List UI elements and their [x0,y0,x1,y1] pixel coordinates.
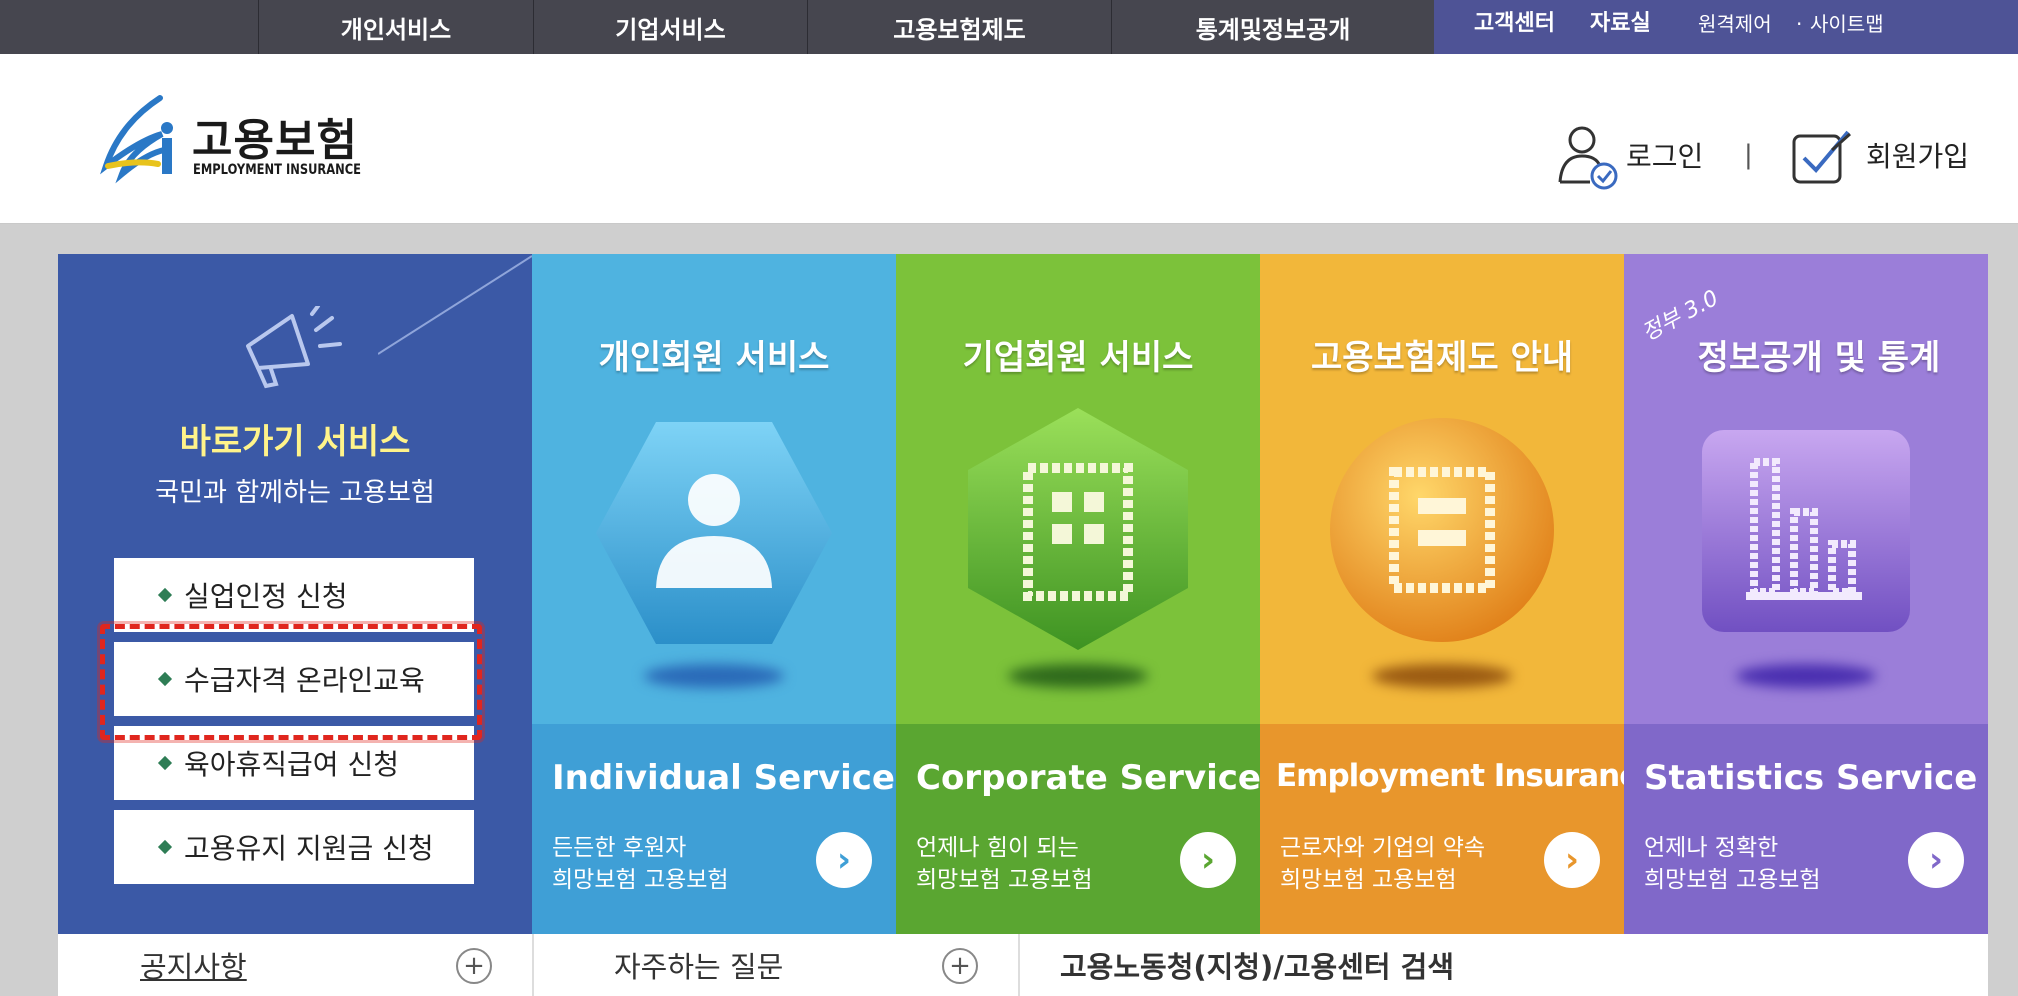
icon-shadow [1008,664,1148,688]
faq-tab[interactable]: 자주하는 질문 [614,934,783,996]
util-dot-separator: · [1796,12,1803,36]
panel-individual-service[interactable]: 개인회원 서비스 Individual Service 든든한 후원자 희망보험… [532,254,896,934]
library-link[interactable]: 자료실 [1590,0,1651,54]
chevron-right-icon[interactable]: › [816,832,872,888]
main-services-area: 바로가기 서비스 국민과 함께하는 고용보험 실업인정 신청 수급자격 온라인교… [58,254,1988,934]
diamond-bullet-icon [157,587,173,603]
decorative-diagonal-line [378,255,532,355]
panel-english-title: Corporate Service [916,758,1260,798]
quick-item-label: 실업인정 신청 [184,580,348,613]
nav-insurance-system[interactable]: 고용보험제도 [807,0,1111,54]
signup-label: 회원가입 [1866,140,1970,173]
diamond-bullet-icon [157,839,173,855]
login-link[interactable]: 로그인 [1556,120,1703,190]
chevron-right-icon[interactable]: › [1180,832,1236,888]
office-search-title: 고용노동청(지청)/고용센터 검색 [1060,950,1455,984]
notice-tab[interactable]: 공지사항 [140,934,247,996]
login-label: 로그인 [1626,140,1704,173]
panel-desc-line1: 언제나 힘이 되는 [916,835,1079,861]
top-navigation-bar: 개인서비스 기업서비스 고용보험제도 통계및정보공개 고객센터 자료실 원격제어… [0,0,2018,54]
panel-desc-line1: 근로자와 기업의 약속 [1280,835,1486,861]
panel-employment-insurance[interactable]: 고용보험제도 안내 Employment Insurance 근로자와 기업의 … [1260,254,1624,934]
bar-chart-icon [1702,430,1910,632]
employment-insurance-logo-icon[interactable] [100,94,180,184]
red-highlight-annotation [100,624,482,740]
megaphone-icon [246,306,342,389]
panel-title: 기업회원 서비스 [962,338,1194,378]
panel-lower: Corporate Service 언제나 힘이 되는 희망보험 고용보험 › [896,724,1260,934]
panel-desc-line2: 희망보험 고용보험 [1644,867,1821,893]
quick-services-panel: 바로가기 서비스 국민과 함께하는 고용보험 실업인정 신청 수급자격 온라인교… [58,254,532,934]
signup-check-icon [1792,130,1851,184]
panel-lower: Employment Insurance 근로자와 기업의 약속 희망보험 고용… [1260,724,1624,934]
user-login-icon [1558,126,1618,190]
chevron-right-icon[interactable]: › [1908,832,1964,888]
quick-item-label: 육아휴직급여 신청 [184,748,399,781]
quick-services-subtitle: 국민과 함께하는 고용보험 [155,478,435,508]
person-icon [596,422,832,644]
customer-center-link[interactable]: 고객센터 [1474,0,1555,54]
nav-statistics-disclosure[interactable]: 통계및정보공개 [1111,0,1434,54]
utility-menu: 고객센터 자료실 원격제어 · 사이트맵 [1434,0,2018,54]
panel-title: 고용보험제도 안내 [1310,338,1574,378]
bottom-info-strip: 공지사항 + 자주하는 질문 + 고용노동청(지청)/고용센터 검색 [58,934,1988,996]
quick-item-label: 고용유지 지원금 신청 [184,832,434,865]
sitemap-link[interactable]: 사이트맵 [1810,0,1884,54]
building-icon [968,408,1188,650]
site-header: 고용보험 EMPLOYMENT INSURANCE 로그인 | 회원가입 [0,54,2018,224]
panel-desc-line1: 든든한 후원자 [552,835,687,861]
panel-corporate-service[interactable]: 기업회원 서비스 Corporate Service 언제나 힘이 되는 희망보… [896,254,1260,934]
remote-control-link[interactable]: 원격제어 [1698,0,1772,54]
logo-text-english: EMPLOYMENT INSURANCE [193,162,362,178]
chevron-right-icon[interactable]: › [1544,832,1600,888]
panel-english-title: Statistics Service [1644,758,1978,798]
panel-desc-line2: 희망보험 고용보험 [1280,867,1457,893]
quick-services-title: 바로가기 서비스 [179,422,411,462]
panel-title: 개인회원 서비스 [598,338,830,378]
icon-shadow [1736,664,1876,688]
icon-shadow [644,664,784,688]
faq-more-plus-icon[interactable]: + [942,948,978,984]
notice-more-plus-icon[interactable]: + [456,948,492,984]
panel-english-title: Employment Insurance [1276,758,1624,794]
icon-shadow [1372,664,1512,688]
panel-lower: Individual Service 든든한 후원자 희망보험 고용보험 › [532,724,896,934]
quick-item-employment-retention[interactable]: 고용유지 지원금 신청 [114,810,474,884]
diamond-bullet-icon [157,755,173,771]
panel-title: 정보공개 및 통계 [1697,338,1941,378]
quick-item-unemployment-recognition[interactable]: 실업인정 신청 [114,558,474,632]
panel-desc-line2: 희망보험 고용보험 [552,867,729,893]
signup-link[interactable]: 회원가입 [1788,120,1969,190]
nav-personal-service[interactable]: 개인서비스 [258,0,533,54]
panel-statistics-service[interactable]: 정부 3.0 정보공개 및 통계 Statistics Service 언제나 … [1624,254,1988,934]
panel-lower: Statistics Service 언제나 정확한 희망보험 고용보험 › [1624,724,1988,934]
panel-english-title: Individual Service [552,758,895,798]
divider [1018,934,1020,996]
divider [532,934,534,996]
nav-corporate-service[interactable]: 기업서비스 [533,0,807,54]
logo-text-korean[interactable]: 고용보험 [192,104,358,168]
header-separator: | [1744,140,1753,170]
panel-desc-line2: 희망보험 고용보험 [916,867,1093,893]
panel-desc-line1: 언제나 정확한 [1644,835,1779,861]
document-icon [1330,418,1554,642]
